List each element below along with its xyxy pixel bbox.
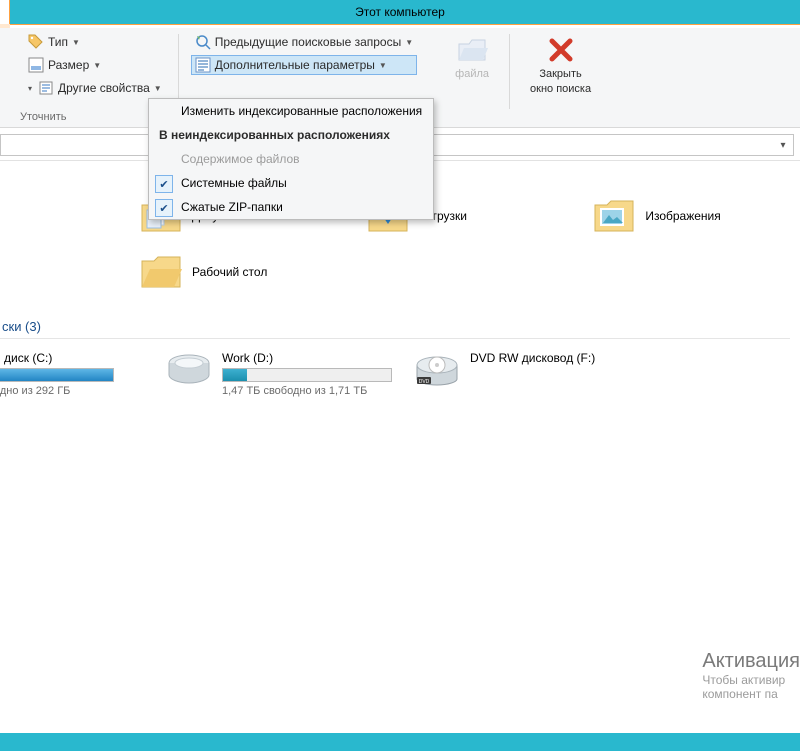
window-title: Этот компьютер <box>355 5 445 19</box>
size-dropdown[interactable]: Размер ▼ <box>24 55 166 75</box>
chevron-down-icon: ▾ <box>28 84 32 93</box>
dvd-drive-icon: DVD <box>414 351 460 387</box>
close-search-button[interactable]: Закрыть окно поиска <box>522 32 599 98</box>
svg-text:DVD: DVD <box>419 379 430 385</box>
advanced-options-dropdown[interactable]: Дополнительные параметры ▼ <box>191 55 417 75</box>
desktop-folder-icon <box>140 253 182 291</box>
check-icon: ✔ <box>155 175 173 193</box>
drive-d-usage-bar <box>222 368 392 382</box>
menu-zip-folders[interactable]: ✔ Сжатые ZIP-папки <box>149 195 433 219</box>
drive-d-name: Work (D:) <box>222 351 392 365</box>
drive-c-usage-bar <box>0 368 114 382</box>
history-search-icon <box>195 34 211 50</box>
close-search-label-2: окно поиска <box>530 83 591 96</box>
chevron-down-icon: ▼ <box>379 61 387 70</box>
folder-pictures[interactable]: Изображения <box>593 197 790 235</box>
drive-c-name: й диск (C:) <box>0 351 144 365</box>
tag-icon <box>28 34 44 50</box>
pictures-folder-icon <box>593 197 635 235</box>
chevron-down-icon[interactable]: ▾ <box>773 140 793 151</box>
drive-c[interactable]: й диск (C:) одно из 292 ГБ <box>0 351 144 397</box>
chevron-down-icon: ▼ <box>154 84 162 93</box>
drive-f[interactable]: DVD DVD RW дисковод (F:) <box>414 351 595 387</box>
type-dropdown[interactable]: Тип ▼ <box>24 32 166 52</box>
ribbon-separator <box>509 34 510 109</box>
drives-section-header[interactable]: ски (3) <box>0 319 790 339</box>
taskbar-strip <box>0 733 800 751</box>
window-titlebar: Этот компьютер <box>0 0 800 24</box>
menu-section-nonindexed: В неиндексированных расположениях <box>149 123 433 147</box>
chevron-down-icon: ▼ <box>93 61 101 70</box>
menu-file-contents[interactable]: Содержимое файлов <box>149 147 433 171</box>
properties-icon <box>38 80 54 96</box>
options-list-icon <box>195 57 211 73</box>
menu-change-indexed-locations[interactable]: Изменить индексированные расположения <box>149 99 433 123</box>
advanced-options-menu: Изменить индексированные расположения В … <box>148 98 434 220</box>
drive-f-name: DVD RW дисковод (F:) <box>470 351 595 365</box>
check-icon: ✔ <box>155 199 173 217</box>
drive-c-free: одно из 292 ГБ <box>0 385 144 397</box>
hdd-icon <box>166 351 212 387</box>
drive-d[interactable]: Work (D:) 1,47 ТБ свободно из 1,71 ТБ <box>166 351 392 397</box>
size-icon <box>28 57 44 73</box>
close-x-icon <box>547 36 575 64</box>
menu-system-files[interactable]: ✔ Системные файлы <box>149 171 433 195</box>
close-search-label-1: Закрыть <box>539 68 581 81</box>
chevron-down-icon: ▼ <box>72 38 80 47</box>
ribbon-tab-active-edge <box>0 0 10 24</box>
folder-desktop[interactable]: Рабочий стол <box>140 253 340 291</box>
content-area: Документы Загрузки Изображения Рабочий с… <box>0 161 800 721</box>
folder-open-ghost-icon <box>456 34 488 66</box>
other-properties-dropdown[interactable]: ▾ Другие свойства ▼ <box>24 78 166 98</box>
ribbon-group-label-refine: Уточнить <box>20 111 67 123</box>
drive-d-free: 1,47 ТБ свободно из 1,71 ТБ <box>222 385 392 397</box>
chevron-down-icon: ▼ <box>405 38 413 47</box>
open-file-ghost-label: файла <box>455 68 489 81</box>
activation-watermark: Активация Чтобы активир компонент па <box>702 650 800 701</box>
previous-searches-dropdown[interactable]: Предыдущие поисковые запросы ▼ <box>191 32 417 52</box>
open-file-location-button[interactable]: файла <box>447 32 497 83</box>
